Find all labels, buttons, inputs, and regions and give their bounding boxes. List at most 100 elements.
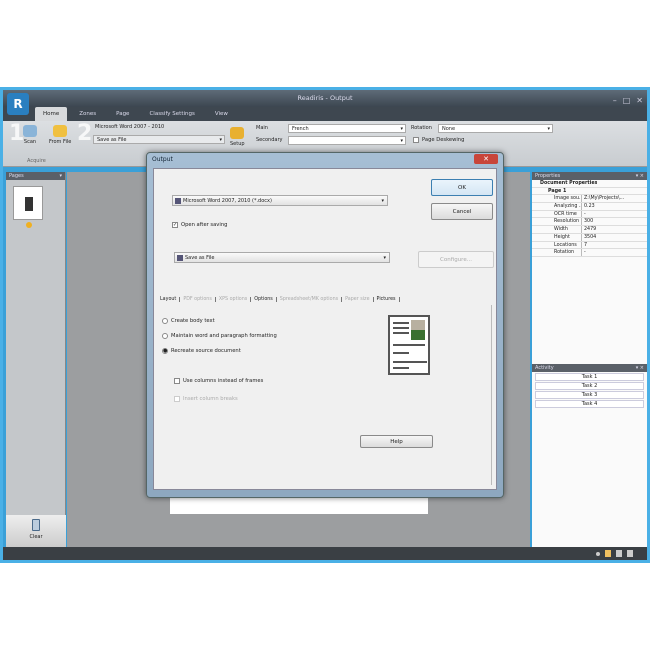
clear-button[interactable]: Clear xyxy=(6,515,66,547)
page-deskewing-checkbox[interactable]: Page Deskewing xyxy=(413,137,464,143)
tab-zones[interactable]: Zones xyxy=(71,107,104,121)
title-bar: Readiris - Output – □ ✕ xyxy=(3,90,647,107)
destination-select[interactable]: Save as File xyxy=(174,252,390,263)
recreate-source-radio[interactable]: ● Recreate source document xyxy=(162,348,241,354)
use-columns-label: Use columns instead of frames xyxy=(183,378,264,384)
property-value: 2479 xyxy=(584,227,597,233)
insert-column-breaks-label: Insert column breaks xyxy=(183,396,238,402)
tab-home[interactable]: Home xyxy=(35,107,68,121)
tab-spreadsheet-options[interactable]: Spreadsheet/MK options xyxy=(277,297,343,302)
property-row[interactable]: Locations 7 xyxy=(532,241,647,250)
format-select[interactable]: Microsoft Word 2007 - 2010 xyxy=(95,124,164,130)
zoom-icon[interactable] xyxy=(596,552,600,556)
cancel-button[interactable]: Cancel xyxy=(431,203,493,220)
status-bar xyxy=(3,547,647,560)
tab-page[interactable]: Page xyxy=(108,107,137,121)
property-value: 7 xyxy=(584,242,588,248)
property-value: 0.23 xyxy=(584,204,595,210)
activity-title: Activity xyxy=(535,365,554,371)
setup-button[interactable]: Setup xyxy=(230,127,245,147)
from-file-button[interactable]: From File xyxy=(49,125,71,145)
tab-paper-size[interactable]: Paper size xyxy=(342,297,374,302)
property-value: - xyxy=(584,211,586,217)
page-deskewing-label: Page Deskewing xyxy=(422,137,465,143)
pin-icon[interactable]: ▾ × xyxy=(636,172,644,180)
tab-panel-border xyxy=(491,305,492,485)
view-single-page-icon[interactable] xyxy=(605,550,611,557)
maintain-formatting-label: Maintain word and paragraph formatting xyxy=(171,333,277,339)
property-row[interactable]: Document Properties xyxy=(532,180,647,188)
scan-button[interactable]: Scan xyxy=(23,125,37,145)
word-icon xyxy=(175,198,181,204)
output-format-value: Microsoft Word 2007, 2010 (*.docx) xyxy=(183,198,272,204)
help-button[interactable]: Help xyxy=(360,435,433,448)
property-row[interactable]: Analyzing ... 0.23 xyxy=(532,203,647,211)
tab-classify-settings[interactable]: Classify Settings xyxy=(141,107,202,121)
dialog-title: Output xyxy=(152,156,173,163)
pin-icon[interactable]: ▾ × xyxy=(636,364,644,372)
property-key: Page 1 xyxy=(548,188,567,194)
property-row[interactable]: OCR time - xyxy=(532,210,647,219)
property-row[interactable]: Width 2479 xyxy=(532,226,647,234)
tab-view[interactable]: View xyxy=(207,107,236,121)
app-logo-icon[interactable]: R xyxy=(7,93,29,115)
property-row[interactable]: Rotation - xyxy=(532,249,647,257)
ok-button[interactable]: OK xyxy=(431,179,493,196)
property-key: Locations xyxy=(532,241,582,249)
layout-preview-image xyxy=(388,315,430,375)
property-value: Z:\My\Projects\... xyxy=(584,196,625,202)
configure-button[interactable]: Configure... xyxy=(418,251,494,268)
rotation-select[interactable]: None xyxy=(438,124,553,133)
use-columns-checkbox[interactable]: Use columns instead of frames xyxy=(174,378,263,384)
dialog-body: Microsoft Word 2007, 2010 (*.docx) ✓Open… xyxy=(153,168,497,490)
pin-icon[interactable]: ▾ xyxy=(59,172,62,180)
secondary-language-select[interactable] xyxy=(288,136,406,145)
secondary-language-label: Secondary xyxy=(256,137,283,143)
output-format-select[interactable]: Microsoft Word 2007, 2010 (*.docx) xyxy=(172,195,388,206)
tab-layout[interactable]: Layout xyxy=(157,297,181,302)
property-key: OCR time xyxy=(532,210,582,218)
destination-select[interactable]: Save as File xyxy=(93,135,225,144)
open-after-saving-checkbox[interactable]: ✓ Open after saving xyxy=(172,222,227,228)
insert-column-breaks-checkbox[interactable]: Insert column breaks xyxy=(174,396,238,402)
tab-xps-options[interactable]: XPS options xyxy=(216,297,252,302)
scan-label: Scan xyxy=(23,139,37,145)
dialog-close-button[interactable]: ✕ xyxy=(474,154,498,164)
acquire-group-label: Acquire xyxy=(27,158,46,164)
tab-pdf-options[interactable]: PDF options xyxy=(180,297,216,302)
from-file-label: From File xyxy=(49,139,72,145)
property-row[interactable]: Resolution 300 xyxy=(532,218,647,227)
page-thumbnail[interactable] xyxy=(13,186,43,220)
folder-icon xyxy=(53,125,68,137)
property-row[interactable]: Height 3504 xyxy=(532,233,647,242)
save-icon xyxy=(177,255,183,261)
main-language-select[interactable]: French xyxy=(288,124,406,133)
activity-panel-header: Activity ▾ × xyxy=(532,364,647,372)
property-value: 3504 xyxy=(584,234,597,240)
property-key: Analyzing ... xyxy=(532,203,582,210)
property-value: - xyxy=(584,250,586,256)
task-item: Task 1 xyxy=(535,373,644,381)
properties-panel-header: Properties ▾ × xyxy=(532,172,647,180)
tab-pictures[interactable]: Pictures xyxy=(374,297,400,302)
clear-label: Clear xyxy=(29,534,43,540)
property-key: Rotation xyxy=(532,249,582,256)
pages-panel: Pages ▾ Clear xyxy=(6,172,66,547)
step-2-icon: 2 xyxy=(77,121,93,146)
options-tabs: Layout PDF options XPS options Options S… xyxy=(157,297,400,302)
view-double-page-icon[interactable] xyxy=(616,550,622,557)
destination-value: Save as File xyxy=(185,255,215,261)
recreate-source-label: Recreate source document xyxy=(171,348,241,354)
create-body-text-radio[interactable]: Create body text xyxy=(162,318,215,324)
setup-label: Setup xyxy=(230,141,245,147)
main-language-label: Main xyxy=(256,125,268,131)
open-after-saving-label: Open after saving xyxy=(181,222,228,228)
maintain-formatting-radio[interactable]: Maintain word and paragraph formatting xyxy=(162,333,277,339)
property-key: Height xyxy=(532,233,582,241)
properties-title: Properties xyxy=(535,173,561,179)
property-row[interactable]: Page 1 xyxy=(532,188,647,196)
trash-icon xyxy=(32,519,40,531)
view-text-icon[interactable] xyxy=(627,550,633,557)
tab-options[interactable]: Options xyxy=(251,297,277,302)
property-row[interactable]: Image sou... Z:\My\Projects\... xyxy=(532,195,647,204)
